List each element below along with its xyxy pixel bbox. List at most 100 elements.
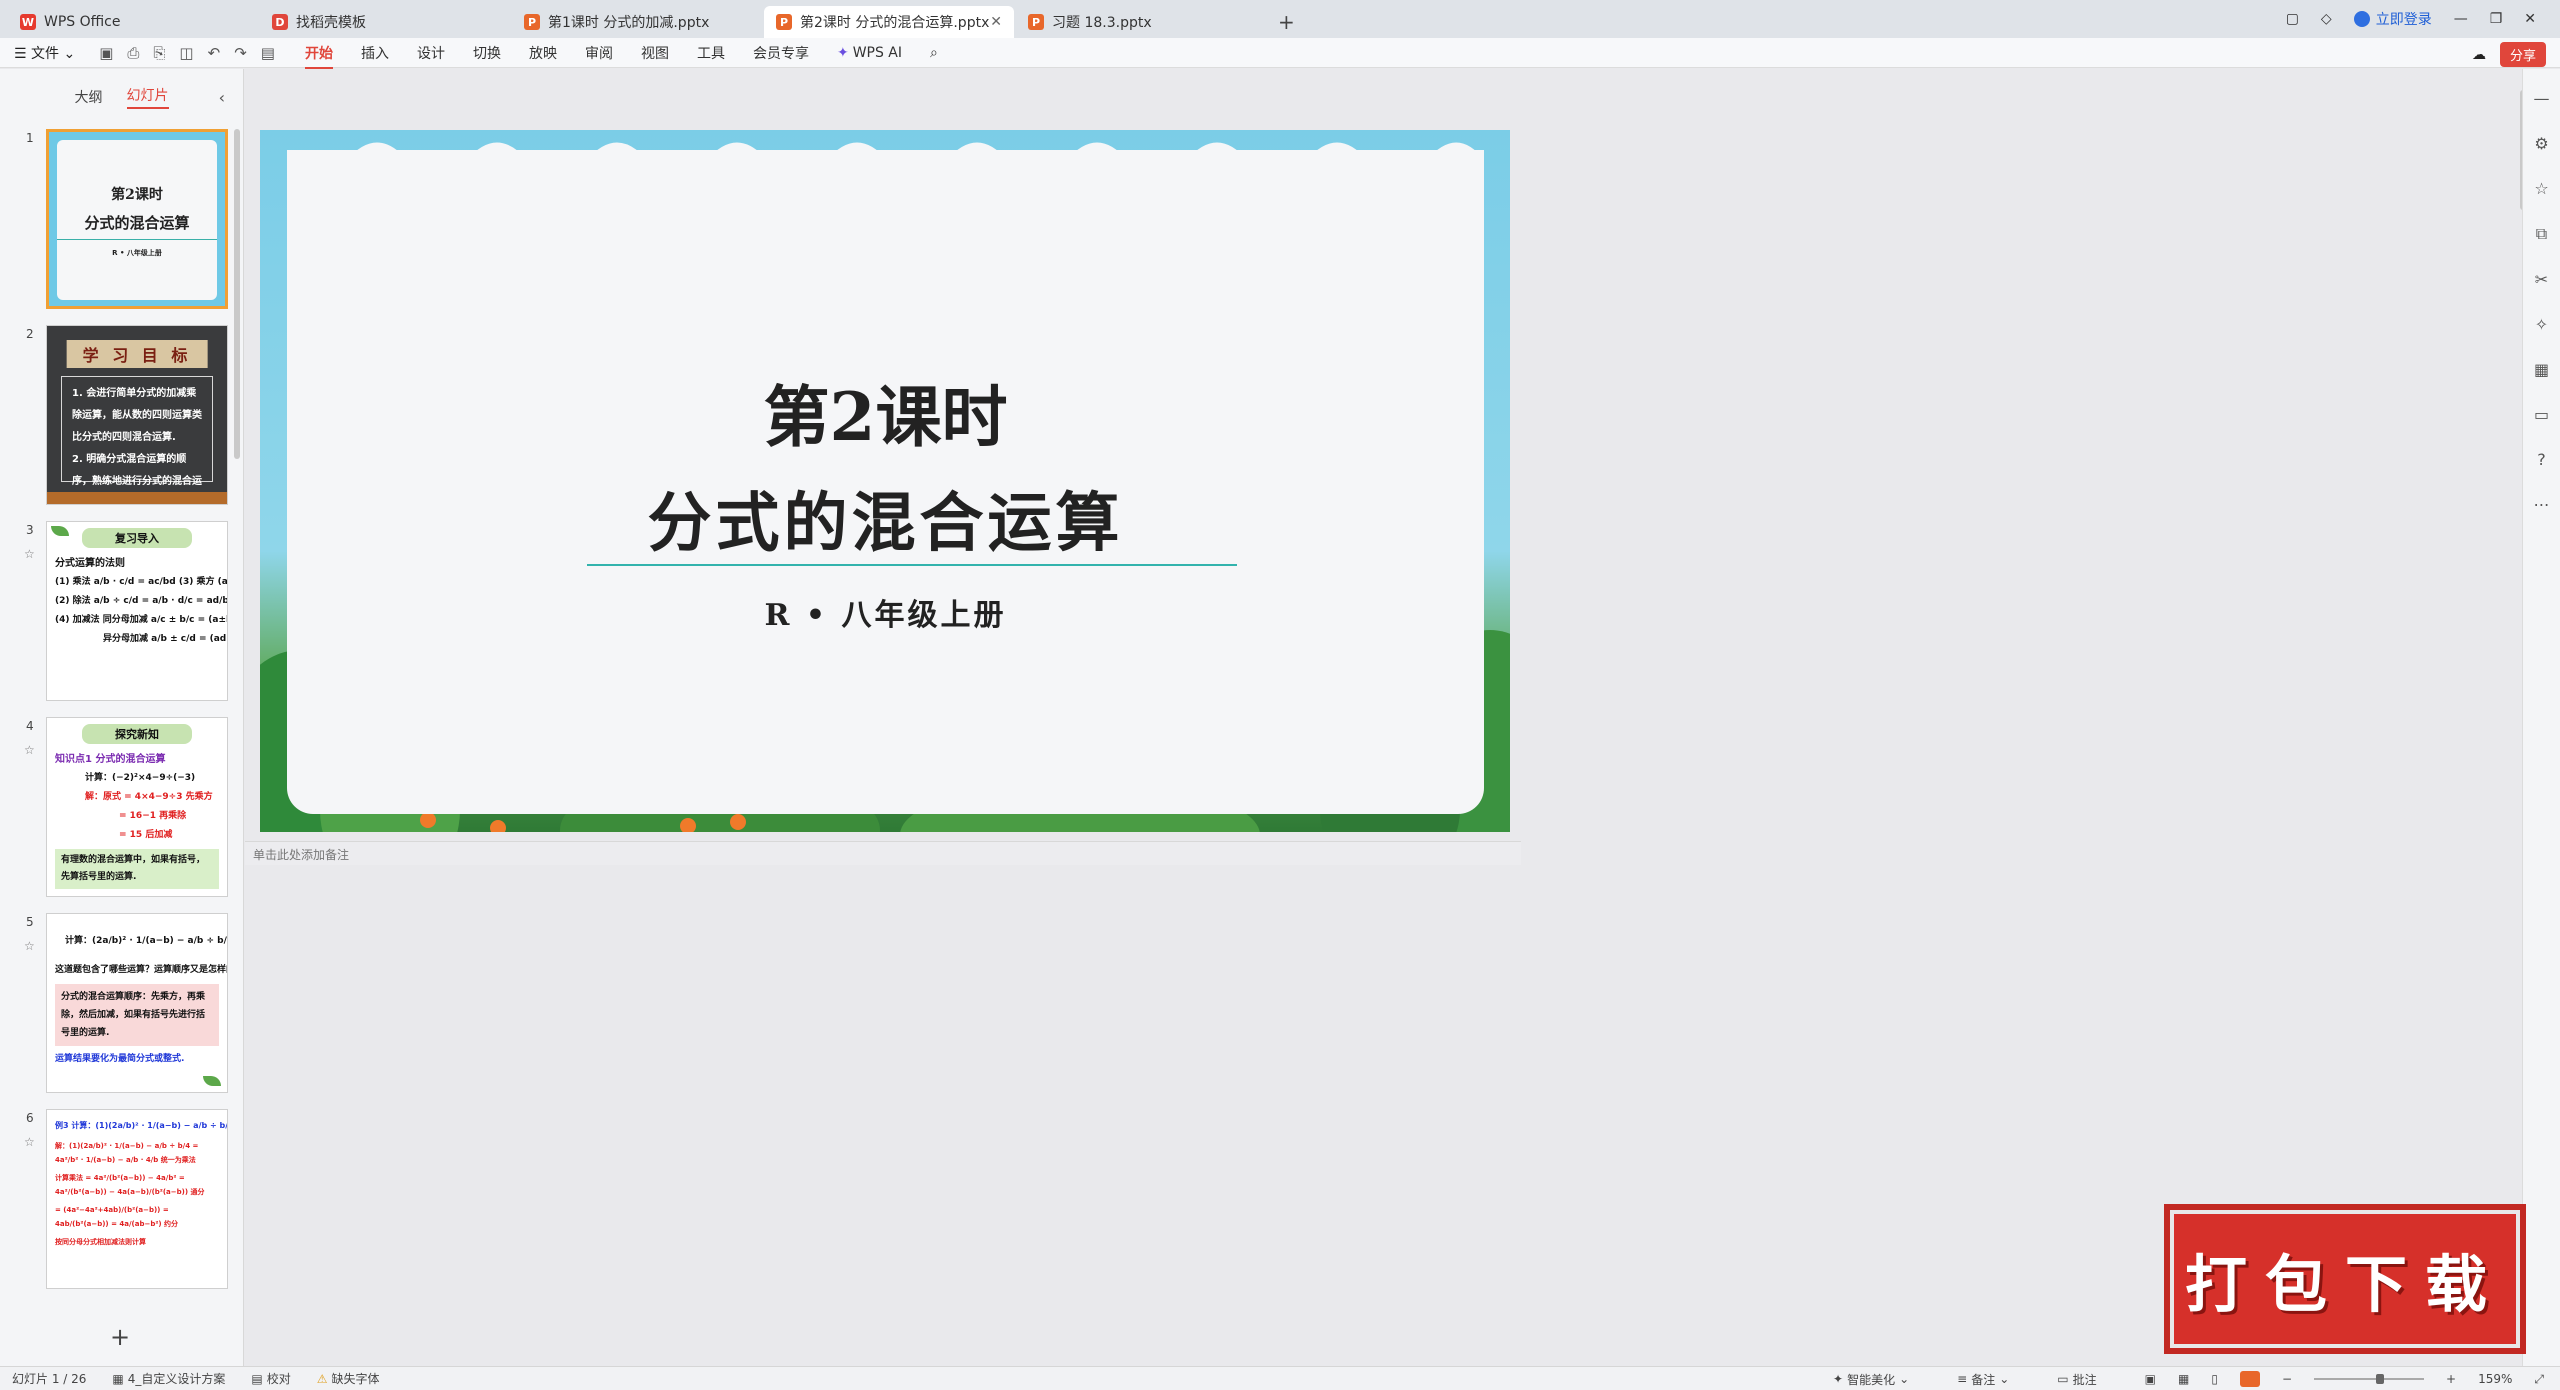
- add-slide-button[interactable]: +: [110, 1323, 130, 1351]
- copy-icon[interactable]: ⧉: [2536, 224, 2547, 244]
- slide-subtitle[interactable]: R • 八年级上册: [287, 590, 1484, 634]
- maximize-icon[interactable]: ❐: [2490, 11, 2503, 27]
- thumb-text: (2) 除法 a/b ÷ c/d = a/b · d/c = ad/bc: [55, 596, 228, 606]
- tab-lesson2[interactable]: P 第2课时 分式的混合运算.pptx ✕: [764, 6, 1014, 38]
- menu-slideshow[interactable]: 放映: [529, 43, 557, 63]
- status-right: ✦ 智能美化 ⌄ ≡ 备注 ⌄ ▭ 批注 ▣ ▦ ▯ − + 159% ⤢: [1833, 1367, 2544, 1390]
- export-icon[interactable]: ⎙: [127, 44, 139, 62]
- help-icon[interactable]: ?: [2537, 450, 2546, 469]
- close-icon[interactable]: ✕: [2524, 11, 2536, 27]
- reading-view-icon[interactable]: ▯: [2211, 1372, 2218, 1386]
- current-slide[interactable]: 第2课时 分式的混合运算 R • 八年级上册: [260, 130, 1510, 832]
- search-icon[interactable]: ⌕: [930, 45, 938, 61]
- login-button[interactable]: 立即登录: [2353, 9, 2432, 29]
- slide-thumb-4[interactable]: 4 ☆ 探究新知 知识点1 分式的混合运算 计算：(−2)²×4−9÷(−3) …: [0, 717, 244, 901]
- comments-toggle[interactable]: ▭ 批注: [2057, 1371, 2096, 1388]
- thumb-frame[interactable]: 计算：(2a/b)² · 1/(a−b) − a/b ÷ b/4 这道题包含了哪…: [46, 913, 228, 1093]
- slide-title-line1[interactable]: 第2课时: [287, 364, 1484, 460]
- star-icon[interactable]: ☆: [24, 1135, 35, 1149]
- save-icon[interactable]: ▣: [99, 44, 113, 62]
- star-icon[interactable]: ☆: [24, 743, 35, 757]
- missing-font-button[interactable]: ⚠ 缺失字体: [317, 1370, 380, 1387]
- tools-icon[interactable]: ✂: [2535, 270, 2548, 289]
- theme-label: 4_自定义设计方案: [127, 1372, 226, 1386]
- tab-label: WPS Office: [44, 14, 121, 30]
- file-menu[interactable]: ☰ 文件 ⌄: [14, 43, 75, 63]
- play-slideshow-icon[interactable]: [2239, 1371, 2260, 1387]
- menu-wps-ai[interactable]: ✦ WPS AI: [837, 45, 902, 61]
- zoom-in-icon[interactable]: +: [2446, 1372, 2456, 1386]
- slide-thumb-5[interactable]: 5 ☆ 计算：(2a/b)² · 1/(a−b) − a/b ÷ b/4 这道题…: [0, 913, 244, 1097]
- notes-toggle[interactable]: ≡ 备注 ⌄: [1957, 1371, 2009, 1388]
- collapse-panel-icon[interactable]: ‹: [219, 88, 225, 107]
- thumb-text: (1) 乘法 a/b · c/d = ac/bd (3) 乘方 (a/b)ⁿ =…: [55, 577, 228, 587]
- undo-icon[interactable]: ↶: [208, 44, 221, 62]
- print-icon[interactable]: ⎘: [153, 44, 165, 62]
- thumb-text: 这道题包含了哪些运算？运算顺序又是怎样的？: [55, 965, 228, 975]
- collapse-toolbar-icon[interactable]: —: [2534, 89, 2550, 108]
- window-layout-icon[interactable]: ▢: [2286, 11, 2299, 27]
- properties-icon[interactable]: ⚙: [2534, 134, 2548, 153]
- favorite-icon[interactable]: ☆: [2534, 179, 2548, 198]
- zoom-slider[interactable]: [2314, 1374, 2425, 1384]
- thumb-frame[interactable]: 复习导入 分式运算的法则 (1) 乘法 a/b · c/d = ac/bd (3…: [46, 521, 228, 701]
- menu-review[interactable]: 审阅: [585, 43, 613, 63]
- thumb-text: 1. 会进行简单分式的加减乘除运算，能从数的四则运算类比分式的四则混合运算.: [72, 388, 202, 443]
- menu-view[interactable]: 视图: [641, 43, 669, 63]
- menu-transition[interactable]: 切换: [473, 43, 501, 63]
- close-tab-icon[interactable]: ✕: [990, 14, 1002, 30]
- slide-thumb-2[interactable]: 2 学 习 目 标 1. 会进行简单分式的加减乘除运算，能从数的四则运算类比分式…: [0, 325, 244, 509]
- beautify-label: 智能美化: [1847, 1372, 1896, 1387]
- book-icon[interactable]: ▭: [2534, 405, 2549, 424]
- star-icon[interactable]: ☆: [24, 939, 35, 953]
- thumb-text: = 15 后加减: [119, 830, 173, 840]
- menu-insert[interactable]: 插入: [361, 43, 389, 63]
- wave-border-decoration: [287, 142, 1484, 200]
- menu-member[interactable]: 会员专享: [753, 43, 809, 63]
- beautify-button[interactable]: ✦ 智能美化 ⌄: [1833, 1371, 1909, 1388]
- star-icon[interactable]: ☆: [24, 547, 35, 561]
- thumb-frame[interactable]: 例3 计算：(1)(2a/b)² · 1/(a−b) − a/b ÷ b/4；先…: [46, 1109, 228, 1289]
- zoom-out-icon[interactable]: −: [2282, 1372, 2292, 1386]
- thumb-text: = (4a²−4a²+4ab)/(b²(a−b)) = 4ab/(b²(a−b)…: [55, 1206, 179, 1228]
- notes-pane[interactable]: 单击此处添加备注: [245, 841, 1521, 865]
- magic-icon[interactable]: ✧: [2535, 315, 2548, 334]
- new-tab-icon[interactable]: +: [1268, 6, 1305, 38]
- tab-exercise[interactable]: P 习题 18.3.pptx: [1016, 6, 1266, 38]
- skin-icon[interactable]: ◇: [2321, 11, 2332, 27]
- format-painter-icon[interactable]: ▤: [261, 44, 275, 62]
- normal-view-icon[interactable]: ▣: [2145, 1372, 2156, 1386]
- tab-slides[interactable]: 幻灯片: [126, 85, 169, 109]
- theme-name[interactable]: ▦ 4_自定义设计方案: [112, 1370, 225, 1387]
- more-icon[interactable]: ⋯: [2534, 495, 2550, 514]
- thumb-text: 复习导入: [82, 528, 192, 548]
- thumb-preview: 计算：(2a/b)² · 1/(a−b) − a/b ÷ b/4 这道题包含了哪…: [47, 914, 227, 1092]
- tab-lesson1[interactable]: P 第1课时 分式的加减.pptx: [512, 6, 762, 38]
- thumb-frame[interactable]: 探究新知 知识点1 分式的混合运算 计算：(−2)²×4−9÷(−3) 解：原式…: [46, 717, 228, 897]
- tab-wps-office[interactable]: W WPS Office: [8, 6, 258, 38]
- template-icon[interactable]: ▦: [2534, 360, 2549, 379]
- thumb-frame[interactable]: 第2课时 分式的混合运算 R • 八年级上册: [46, 129, 228, 309]
- proofread-button[interactable]: ▤ 校对: [251, 1370, 290, 1387]
- thumb-frame[interactable]: 学 习 目 标 1. 会进行简单分式的加减乘除运算，能从数的四则运算类比分式的四…: [46, 325, 228, 505]
- minimize-icon[interactable]: —: [2454, 11, 2468, 27]
- tab-outline[interactable]: 大纲: [75, 87, 103, 107]
- menu-tools[interactable]: 工具: [697, 43, 725, 63]
- share-button[interactable]: 分享: [2499, 42, 2546, 67]
- slide-thumb-1[interactable]: 1 第2课时 分式的混合运算 R • 八年级上册: [0, 129, 244, 313]
- cloud-icon[interactable]: ☁: [2472, 47, 2486, 63]
- slide-thumb-3[interactable]: 3 ☆ 复习导入 分式运算的法则 (1) 乘法 a/b · c/d = ac/b…: [0, 521, 244, 705]
- preview-icon[interactable]: ◫: [179, 44, 193, 62]
- slide-thumb-6[interactable]: 6 ☆ 例3 计算：(1)(2a/b)² · 1/(a−b) − a/b ÷ b…: [0, 1109, 244, 1293]
- sorter-view-icon[interactable]: ▦: [2178, 1372, 2189, 1386]
- fit-window-icon[interactable]: ⤢: [2534, 1372, 2544, 1387]
- menu-design[interactable]: 设计: [417, 43, 445, 63]
- thumb-text: 解：原式 = 4×4−9÷3 先乘方: [85, 792, 213, 802]
- tab-docer[interactable]: D 找稻壳模板: [260, 6, 510, 38]
- slide-title-line2[interactable]: 分式的混合运算: [287, 472, 1484, 564]
- zoom-level[interactable]: 159%: [2478, 1372, 2512, 1386]
- download-promo-stamp[interactable]: 打包下载: [2164, 1204, 2526, 1354]
- redo-icon[interactable]: ↷: [234, 44, 247, 62]
- notes-placeholder: 单击此处添加备注: [253, 848, 350, 862]
- menu-home[interactable]: 开始: [304, 43, 333, 69]
